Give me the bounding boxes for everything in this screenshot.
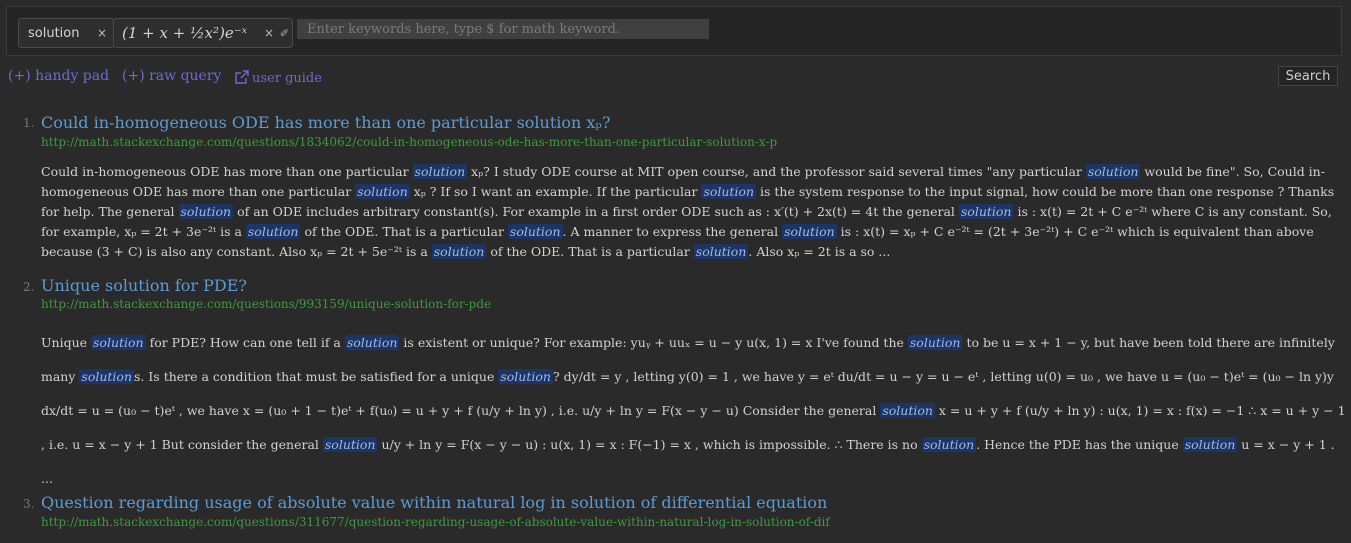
result-url[interactable]: http://math.stackexchange.com/questions/… (41, 135, 777, 149)
highlighted-term: solution (431, 244, 487, 259)
search-button[interactable]: Search (1278, 66, 1338, 86)
result-title[interactable]: Could in-homogeneous ODE has more than o… (41, 113, 610, 132)
result-number: 3. (23, 497, 35, 511)
handy-pad-link[interactable]: (+) handy pad (8, 68, 109, 84)
query-tag-math[interactable]: (1 + x + ½x²)e⁻ˣ × ✐ (113, 18, 293, 48)
query-bar: solution × (1 + x + ½x²)e⁻ˣ × ✐ (6, 6, 1342, 56)
highlighted-term: solution (79, 369, 134, 384)
user-guide-label: user guide (252, 71, 322, 86)
raw-query-link[interactable]: (+) raw query (122, 68, 221, 84)
highlighted-term: solution (412, 164, 468, 179)
highlighted-term: solution (693, 244, 749, 259)
highlighted-term: solution (1085, 164, 1141, 179)
user-guide-link[interactable]: user guide (234, 69, 322, 86)
result-number: 2. (23, 280, 35, 294)
highlighted-term: solution (322, 437, 378, 452)
close-icon[interactable]: × (264, 26, 274, 40)
highlighted-term: solution (701, 184, 757, 199)
result-url[interactable]: http://math.stackexchange.com/questions/… (41, 297, 491, 311)
edit-icon[interactable]: ✐ (280, 27, 289, 40)
tag-label: solution (28, 25, 80, 41)
tag-label: (1 + x + ½x²)e⁻ˣ (122, 24, 248, 42)
highlighted-term: solution (1182, 437, 1238, 452)
highlighted-term: solution (921, 437, 977, 452)
result-number: 1. (23, 116, 35, 130)
result-snippet: Unique solution for PDE? How can one tel… (41, 335, 1346, 486)
result-title[interactable]: Question regarding usage of absolute val… (41, 493, 827, 512)
highlighted-term: solution (507, 224, 563, 239)
highlighted-term: solution (498, 369, 553, 384)
result-title[interactable]: Unique solution for PDE? (41, 276, 247, 295)
highlighted-term: solution (958, 204, 1014, 219)
query-tag-solution[interactable]: solution × (18, 18, 114, 48)
highlighted-term: solution (245, 224, 301, 239)
result-url[interactable]: http://math.stackexchange.com/questions/… (41, 515, 830, 529)
highlighted-term: solution (782, 224, 837, 239)
external-link-icon (235, 70, 249, 84)
result-snippet: Could in-homogeneous ODE has more than o… (41, 164, 1335, 259)
keyword-input[interactable] (297, 19, 709, 39)
highlighted-term: solution (907, 335, 963, 350)
highlighted-term: solution (344, 335, 400, 350)
highlighted-term: solution (178, 204, 234, 219)
highlighted-term: solution (91, 335, 146, 350)
highlighted-term: solution (880, 403, 935, 418)
close-icon[interactable]: × (97, 26, 107, 40)
highlighted-term: solution (355, 184, 410, 199)
